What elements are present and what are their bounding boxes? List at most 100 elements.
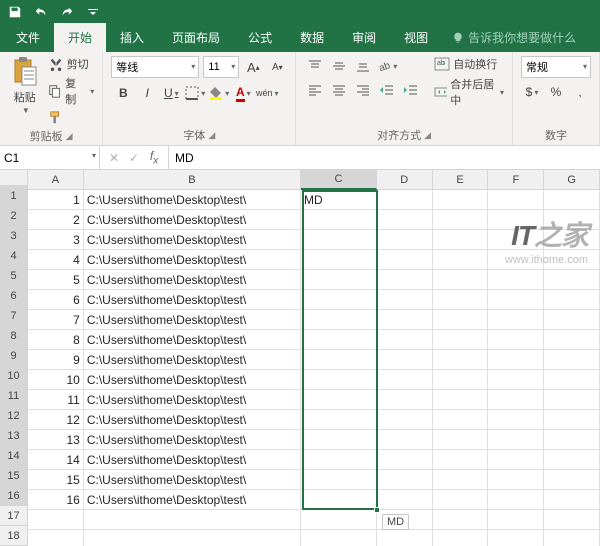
cell[interactable] xyxy=(301,430,377,450)
cell[interactable] xyxy=(544,310,600,330)
number-format-select[interactable]: 常规 ▾ xyxy=(521,56,591,78)
cell[interactable] xyxy=(488,270,544,290)
align-top-button[interactable] xyxy=(304,56,326,76)
cell[interactable] xyxy=(301,330,377,350)
cell[interactable] xyxy=(301,370,377,390)
fx-icon[interactable]: fx xyxy=(146,149,162,166)
cell[interactable] xyxy=(377,450,433,470)
enter-formula-icon[interactable]: ✓ xyxy=(126,151,142,165)
cell[interactable] xyxy=(301,350,377,370)
align-middle-button[interactable] xyxy=(328,56,350,76)
tab-formulas[interactable]: 公式 xyxy=(234,23,286,52)
col-header-D[interactable]: D xyxy=(377,170,433,190)
cell[interactable] xyxy=(544,350,600,370)
cell[interactable] xyxy=(377,250,433,270)
cell[interactable] xyxy=(488,190,544,210)
cell[interactable] xyxy=(84,510,301,530)
cell[interactable]: 12 xyxy=(28,410,84,430)
chevron-down-icon[interactable]: ▾ xyxy=(92,151,96,160)
cell[interactable]: C:\Users\ithome\Desktop\test\ xyxy=(84,470,301,490)
cell[interactable] xyxy=(301,510,377,530)
cell[interactable] xyxy=(544,410,600,430)
tab-review[interactable]: 审阅 xyxy=(338,23,390,52)
cell[interactable] xyxy=(488,330,544,350)
row-header[interactable]: 4 xyxy=(0,246,27,266)
tab-data[interactable]: 数据 xyxy=(286,23,338,52)
cell[interactable] xyxy=(488,210,544,230)
cell[interactable] xyxy=(544,450,600,470)
cell[interactable] xyxy=(301,390,377,410)
phonetic-button[interactable]: wén▾ xyxy=(255,82,279,104)
formula-input[interactable] xyxy=(169,146,600,169)
cell[interactable]: C:\Users\ithome\Desktop\test\ xyxy=(84,450,301,470)
col-header-G[interactable]: G xyxy=(544,170,600,190)
cell[interactable] xyxy=(544,430,600,450)
cell[interactable] xyxy=(488,350,544,370)
fill-color-button[interactable]: ▾ xyxy=(207,82,231,104)
cell[interactable] xyxy=(301,250,377,270)
row-header[interactable]: 17 xyxy=(0,506,27,526)
cell[interactable]: 14 xyxy=(28,450,84,470)
cell[interactable] xyxy=(544,290,600,310)
spreadsheet-grid[interactable]: 123456789101112131415161718 ABCDEFG 1C:\… xyxy=(0,170,600,546)
increase-font-button[interactable]: A▴ xyxy=(243,57,263,77)
decrease-font-button[interactable]: A▾ xyxy=(267,57,287,77)
cell[interactable] xyxy=(377,530,433,546)
paste-button[interactable]: 粘贴 ▼ xyxy=(8,56,42,115)
cell[interactable]: C:\Users\ithome\Desktop\test\ xyxy=(84,390,301,410)
cell[interactable] xyxy=(488,370,544,390)
font-size-select[interactable]: 11 ▾ xyxy=(203,56,239,78)
cell[interactable] xyxy=(433,370,489,390)
select-all-corner[interactable] xyxy=(0,170,28,186)
cell[interactable] xyxy=(433,350,489,370)
cell[interactable] xyxy=(488,450,544,470)
cell[interactable]: 16 xyxy=(28,490,84,510)
cell[interactable] xyxy=(377,370,433,390)
col-header-B[interactable]: B xyxy=(84,170,301,190)
row-header[interactable]: 11 xyxy=(0,386,27,406)
underline-button[interactable]: U▾ xyxy=(159,82,183,104)
cell[interactable]: C:\Users\ithome\Desktop\test\ xyxy=(84,430,301,450)
cell[interactable] xyxy=(488,230,544,250)
cell[interactable]: C:\Users\ithome\Desktop\test\ xyxy=(84,410,301,430)
cell[interactable] xyxy=(433,310,489,330)
cell[interactable] xyxy=(544,490,600,510)
cell[interactable] xyxy=(544,470,600,490)
percent-format-button[interactable]: % xyxy=(545,82,567,102)
cell[interactable] xyxy=(544,370,600,390)
redo-icon[interactable] xyxy=(58,3,76,21)
cell[interactable] xyxy=(301,290,377,310)
col-header-C[interactable]: C xyxy=(301,170,377,190)
row-header[interactable]: 14 xyxy=(0,446,27,466)
cell[interactable]: C:\Users\ithome\Desktop\test\ xyxy=(84,310,301,330)
cell[interactable] xyxy=(433,190,489,210)
cell[interactable]: 6 xyxy=(28,290,84,310)
cell[interactable] xyxy=(488,430,544,450)
increase-indent-button[interactable] xyxy=(400,80,422,100)
cell[interactable]: 1 xyxy=(28,190,84,210)
orientation-button[interactable]: ab▾ xyxy=(376,56,398,76)
cell[interactable] xyxy=(433,270,489,290)
row-header[interactable]: 12 xyxy=(0,406,27,426)
cell[interactable] xyxy=(377,230,433,250)
align-right-button[interactable] xyxy=(352,80,374,100)
cell[interactable] xyxy=(433,230,489,250)
col-header-E[interactable]: E xyxy=(433,170,489,190)
cell[interactable] xyxy=(377,430,433,450)
cell[interactable] xyxy=(488,290,544,310)
cell[interactable]: 3 xyxy=(28,230,84,250)
cell[interactable]: 13 xyxy=(28,430,84,450)
cell[interactable] xyxy=(377,330,433,350)
font-name-select[interactable]: 等线 ▾ xyxy=(111,56,199,78)
cell[interactable] xyxy=(433,510,489,530)
comma-format-button[interactable]: , xyxy=(569,82,591,102)
tab-insert[interactable]: 插入 xyxy=(106,23,158,52)
cell[interactable] xyxy=(301,230,377,250)
cell[interactable]: 11 xyxy=(28,390,84,410)
cell[interactable] xyxy=(301,490,377,510)
cell[interactable]: 7 xyxy=(28,310,84,330)
cell[interactable] xyxy=(488,510,544,530)
italic-button[interactable]: I xyxy=(135,82,159,104)
dialog-launcher-icon[interactable]: ◢ xyxy=(424,130,431,141)
cell[interactable] xyxy=(433,430,489,450)
